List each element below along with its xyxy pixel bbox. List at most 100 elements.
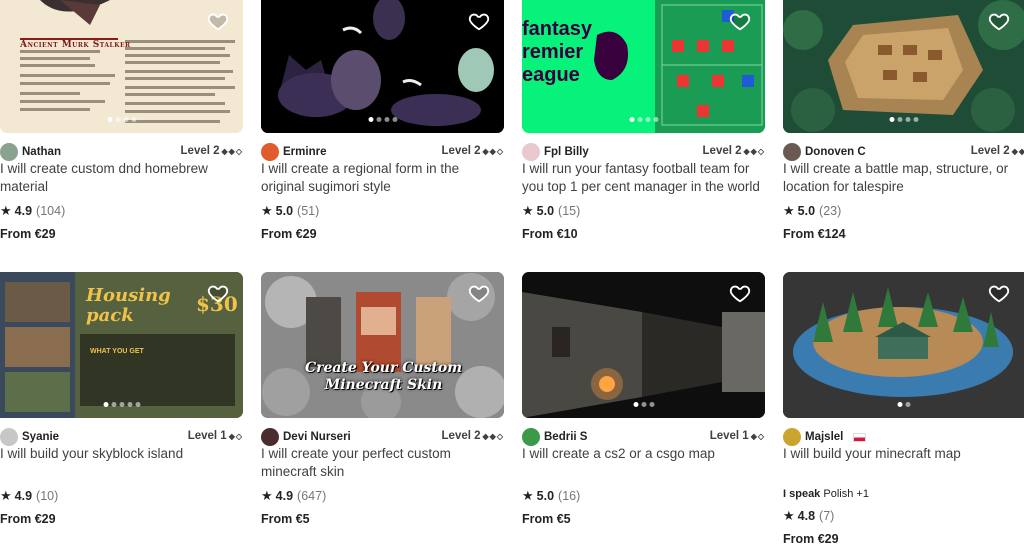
gig-thumbnail[interactable]: fantasy remier eague	[522, 0, 765, 133]
gig-card[interactable]: Create Your Custom Minecraft Skin Devi N…	[261, 272, 504, 526]
seller-level: Level 1 ◆◇	[709, 430, 765, 442]
seller-name[interactable]: Donoven C	[805, 146, 866, 158]
star-icon: ★	[261, 203, 273, 218]
seller-level: Level 2 ◆◆◇	[441, 145, 504, 157]
heart-icon[interactable]	[468, 282, 490, 304]
level-diamond-icon: ◆◇	[750, 432, 765, 441]
thumbnail-title: Ancient Murk Stalker	[20, 40, 131, 50]
gig-thumbnail[interactable]: Create Your Custom Minecraft Skin	[261, 272, 504, 418]
heart-icon[interactable]	[207, 282, 229, 304]
carousel-dots	[107, 117, 136, 122]
gig-card[interactable]: Housing pack $30 WHAT YOU GET Syanie Lev…	[0, 272, 243, 526]
gig-card[interactable]: Bedrii S Level 1 ◆◇ I will create a cs2 o…	[522, 272, 765, 526]
gig-thumbnail[interactable]	[522, 272, 765, 418]
thumbnail-title: fantasy remier eague	[522, 18, 593, 86]
seller-name[interactable]: Majslel	[805, 431, 843, 443]
thumbnail-subtitle: WHAT YOU GET	[90, 348, 144, 355]
seller-name[interactable]: Fpl Billy	[544, 146, 589, 158]
gig-title[interactable]: I will create custom dnd homebrew materi…	[0, 160, 243, 196]
seller-name[interactable]: Erminre	[283, 146, 326, 158]
gig-thumbnail[interactable]: Housing pack $30 WHAT YOU GET	[0, 272, 243, 418]
thumbnail-title: Housing pack	[86, 285, 171, 326]
carousel-dots	[368, 117, 397, 122]
level-diamond-icon: ◆◆◇	[221, 147, 243, 156]
gig-title[interactable]: I will create a battle map, structure, o…	[783, 160, 1018, 196]
poland-flag-icon	[853, 432, 867, 442]
gig-thumbnail[interactable]: Ancient Murk Stalker	[0, 0, 243, 133]
seller-level: Level 1 ◆◇	[187, 430, 243, 442]
avatar[interactable]	[261, 143, 279, 161]
avatar[interactable]	[0, 428, 18, 446]
avatar[interactable]	[522, 428, 540, 446]
rating: ★ 5.0 (51)	[261, 203, 320, 218]
avatar[interactable]	[783, 143, 801, 161]
heart-icon[interactable]	[988, 10, 1010, 32]
price: From €29	[261, 227, 317, 241]
rating: ★ 5.0 (16)	[522, 488, 581, 503]
gig-title[interactable]: I will create a cs2 or a csgo map	[522, 445, 765, 463]
heart-icon[interactable]	[729, 282, 751, 304]
gig-card[interactable]: Ancient Murk Stalker Nathan Level 2 ◆◆◇ I…	[0, 0, 243, 241]
gig-card[interactable]: Majslel I will build your minecraft map …	[783, 272, 1024, 546]
price: From €29	[0, 512, 56, 526]
carousel-dots	[629, 117, 658, 122]
price: From €5	[261, 512, 310, 526]
star-icon: ★	[0, 488, 12, 503]
gig-thumbnail[interactable]	[783, 272, 1024, 418]
gig-card[interactable]: Erminre Level 2 ◆◆◇ I will create a regio…	[261, 0, 504, 241]
seller-level: Level 2 ◆◆◇	[702, 145, 765, 157]
price: From €29	[783, 532, 839, 546]
carousel-dots	[897, 402, 910, 407]
gig-title[interactable]: I will build your skyblock island	[0, 445, 243, 463]
gig-title[interactable]: I will build your minecraft map	[783, 445, 1024, 463]
gig-thumbnail[interactable]	[261, 0, 504, 133]
seller-name[interactable]: Syanie	[22, 431, 59, 443]
gig-card[interactable]: Donoven C Level 2 ◆◆ I will create a batt…	[783, 0, 1024, 241]
heart-icon[interactable]	[729, 10, 751, 32]
seller-level: Level 2 ◆◆◇	[180, 145, 243, 157]
rating: ★ 4.9 (647)	[261, 488, 327, 503]
star-icon: ★	[783, 203, 795, 218]
rating: ★ 4.9 (10)	[0, 488, 59, 503]
carousel-dots	[889, 117, 918, 122]
rating: ★ 5.0 (15)	[522, 203, 581, 218]
gig-title[interactable]: I will create your perfect custom minecr…	[261, 445, 504, 481]
price: From €124	[783, 227, 846, 241]
level-diamond-icon: ◆◇	[228, 432, 243, 441]
price: From €10	[522, 227, 578, 241]
seller-level: Level 2 ◆◆◇	[441, 430, 504, 442]
seller-name[interactable]: Bedrii S	[544, 431, 587, 443]
rating: ★ 5.0 (23)	[783, 203, 842, 218]
gig-title[interactable]: I will run your fantasy football team fo…	[522, 160, 765, 196]
thumbnail-title: Create Your Custom Minecraft Skin	[304, 360, 463, 393]
star-icon: ★	[783, 508, 795, 523]
star-icon: ★	[261, 488, 273, 503]
seller-name[interactable]: Devi Nurseri	[283, 431, 351, 443]
carousel-dots	[103, 402, 140, 407]
level-diamond-icon: ◆◆	[1011, 147, 1024, 156]
avatar[interactable]	[522, 143, 540, 161]
price: From €29	[0, 227, 56, 241]
star-icon: ★	[522, 203, 534, 218]
star-icon: ★	[0, 203, 12, 218]
carousel-dots	[633, 402, 654, 407]
avatar[interactable]	[261, 428, 279, 446]
avatar[interactable]	[783, 428, 801, 446]
rating: ★ 4.8 (7)	[783, 508, 835, 523]
price: From €5	[522, 512, 571, 526]
rating: ★ 4.9 (104)	[0, 203, 66, 218]
level-diamond-icon: ◆◆◇	[482, 432, 504, 441]
seller-name[interactable]: Nathan	[22, 146, 61, 158]
seller-level: Level 2 ◆◆	[970, 145, 1024, 157]
heart-icon[interactable]	[468, 10, 490, 32]
languages-spoken: I speak Polish +1	[783, 488, 869, 500]
heart-icon[interactable]	[207, 10, 229, 32]
gig-thumbnail[interactable]	[783, 0, 1024, 133]
gig-title[interactable]: I will create a regional form in the ori…	[261, 160, 504, 196]
star-icon: ★	[522, 488, 534, 503]
level-diamond-icon: ◆◆◇	[743, 147, 765, 156]
gig-card[interactable]: fantasy remier eague Fpl Billy Level 2 ◆◆…	[522, 0, 765, 241]
level-diamond-icon: ◆◆◇	[482, 147, 504, 156]
avatar[interactable]	[0, 143, 18, 161]
heart-icon[interactable]	[988, 282, 1010, 304]
